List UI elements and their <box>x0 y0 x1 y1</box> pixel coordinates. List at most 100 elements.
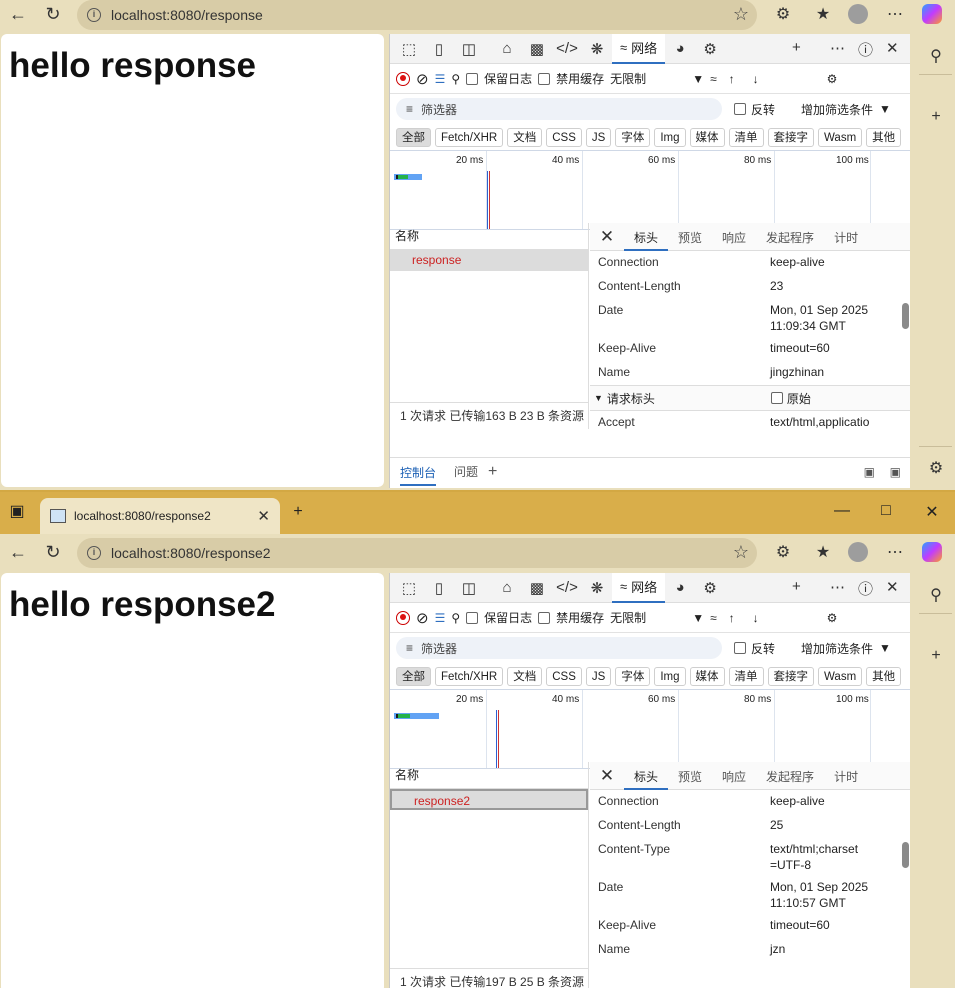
add-tab-icon[interactable]: + <box>792 578 801 595</box>
address-bar[interactable]: i localhost:8080/response ☆ <box>77 0 757 30</box>
console-icon[interactable]: ▩ <box>522 40 552 58</box>
tab-preview[interactable]: 预览 <box>668 762 712 790</box>
filter-icon[interactable]: ☰ <box>435 611 446 625</box>
type-fetch[interactable]: Fetch/XHR <box>435 666 504 686</box>
raw-checkbox[interactable] <box>770 392 783 404</box>
welcome-icon[interactable]: ⌂ <box>492 579 522 596</box>
tab-network[interactable]: ≈ 网络 <box>612 573 666 603</box>
type-socket[interactable]: 套接字 <box>767 666 814 686</box>
network-conditions-icon[interactable]: ≈ <box>710 611 717 625</box>
favorites-icon[interactable]: ★ <box>811 4 835 24</box>
name-column-header[interactable]: 名称 <box>390 762 588 789</box>
favorite-star-icon[interactable]: ☆ <box>733 4 749 25</box>
chevron-down-icon[interactable]: ▼ <box>692 611 704 625</box>
type-font[interactable]: 字体 <box>615 127 651 147</box>
throttle-select[interactable]: 无限制 <box>610 70 646 87</box>
request-headers-section[interactable]: ▼ 请求标头 原始 <box>590 385 910 411</box>
minimize-icon[interactable]: — <box>830 502 854 520</box>
sources-icon[interactable]: </> <box>552 40 582 57</box>
collapse-drawer-icon[interactable]: ▣ <box>890 465 901 479</box>
url-text[interactable]: localhost:8080/response <box>111 7 263 23</box>
dropdown-arrow-icon[interactable]: ▼ <box>879 102 891 116</box>
chevron-down-icon[interactable]: ▼ <box>692 72 704 86</box>
url-text[interactable]: localhost:8080/response2 <box>111 545 271 561</box>
performance-icon[interactable]: ◕ <box>665 40 695 57</box>
extensions-icon[interactable]: ⚙ <box>771 542 795 562</box>
type-img[interactable]: Img <box>654 666 686 686</box>
reload-icon[interactable]: ↻ <box>40 4 66 25</box>
close-devtools-icon[interactable]: ✕ <box>886 39 899 57</box>
drawer-tab-issues[interactable]: 问题 <box>454 463 478 480</box>
invert-checkbox[interactable] <box>734 642 746 654</box>
copilot-icon[interactable] <box>920 4 944 29</box>
type-media[interactable]: 媒体 <box>689 127 725 147</box>
request-row[interactable]: response <box>390 250 588 271</box>
new-tab-icon[interactable]: + <box>287 502 309 522</box>
type-js[interactable]: JS <box>585 127 612 147</box>
device-icon[interactable]: ▯ <box>424 579 454 597</box>
reload-icon[interactable]: ↻ <box>40 542 66 563</box>
help-icon[interactable]: ⓘ <box>858 578 873 599</box>
filter-icon[interactable]: ☰ <box>435 72 446 86</box>
type-wasm[interactable]: Wasm <box>818 127 863 147</box>
timeline-overview[interactable]: 20 ms 40 ms 60 ms 80 ms 100 ms <box>390 150 910 230</box>
preserve-log-checkbox[interactable] <box>466 611 479 624</box>
tab-headers[interactable]: 标头 <box>624 762 669 790</box>
tab-response[interactable]: 响应 <box>712 223 756 251</box>
performance-icon[interactable]: ◕ <box>665 579 695 596</box>
extensions-icon[interactable]: ⚙ <box>771 4 795 24</box>
dock-drawer-icon[interactable]: ▣ <box>864 465 875 479</box>
type-css[interactable]: CSS <box>546 127 582 147</box>
filter-input[interactable]: ≡ 筛选器 <box>396 98 722 120</box>
export-icon[interactable]: ↓ <box>753 611 759 625</box>
type-js[interactable]: JS <box>585 666 612 686</box>
network-conditions-icon[interactable]: ≈ <box>710 72 717 86</box>
profile-avatar[interactable] <box>846 4 870 29</box>
favorites-icon[interactable]: ★ <box>811 542 835 562</box>
tab-initiator[interactable]: 发起程序 <box>756 223 824 251</box>
timeline-overview[interactable]: 20 ms 40 ms 60 ms 80 ms 100 ms <box>390 689 910 769</box>
browser-tab[interactable]: localhost:8080/response2 ✕ <box>40 498 280 534</box>
close-tab-icon[interactable]: ✕ <box>257 507 270 525</box>
inspect-icon[interactable]: ⬚ <box>394 579 424 597</box>
dropdown-arrow-icon[interactable]: ▼ <box>879 641 891 655</box>
site-info-icon[interactable]: i <box>87 546 101 560</box>
tab-timing[interactable]: 计时 <box>824 762 868 790</box>
inspect-icon[interactable]: ⬚ <box>394 40 424 58</box>
close-devtools-icon[interactable]: ✕ <box>886 578 899 596</box>
type-doc[interactable]: 文档 <box>507 127 543 147</box>
more-menu-icon[interactable]: ⋯ <box>883 542 907 562</box>
dock-icon[interactable]: ◫ <box>454 579 484 597</box>
search-icon[interactable]: ⚲ <box>451 72 460 86</box>
debug-icon[interactable]: ❋ <box>582 579 612 597</box>
sources-icon[interactable]: </> <box>552 579 582 596</box>
more-filters-button[interactable]: 增加筛选条件 <box>801 101 873 118</box>
type-css[interactable]: CSS <box>546 666 582 686</box>
close-window-icon[interactable]: ✕ <box>920 502 944 522</box>
clear-icon[interactable]: ⊘ <box>416 70 429 88</box>
record-icon[interactable] <box>396 71 410 86</box>
welcome-icon[interactable]: ⌂ <box>492 40 522 57</box>
settings-icon[interactable]: ⚙ <box>827 611 838 625</box>
add-sidebar-icon[interactable]: + <box>924 647 948 665</box>
type-doc[interactable]: 文档 <box>507 666 543 686</box>
tab-response[interactable]: 响应 <box>712 762 756 790</box>
add-tab-icon[interactable]: + <box>792 39 801 56</box>
drawer-add-icon[interactable]: + <box>488 463 497 481</box>
dock-icon[interactable]: ◫ <box>454 40 484 58</box>
type-font[interactable]: 字体 <box>615 666 651 686</box>
tab-actions-icon[interactable]: ▣ <box>6 502 28 522</box>
memory-icon[interactable]: ⚙ <box>695 579 725 597</box>
more-tools-icon[interactable]: ⋯ <box>830 39 845 57</box>
debug-icon[interactable]: ❋ <box>582 40 612 58</box>
tab-headers[interactable]: 标头 <box>624 223 669 251</box>
filter-input[interactable]: ≡ 筛选器 <box>396 637 722 659</box>
search-sidebar-icon[interactable]: ⚲ <box>924 585 948 605</box>
drawer-tab-console[interactable]: 控制台 <box>400 458 437 486</box>
address-bar[interactable]: i localhost:8080/response2 ☆ <box>77 538 757 568</box>
close-detail-icon[interactable]: ✕ <box>590 766 624 786</box>
scrollbar-thumb[interactable] <box>902 842 909 868</box>
more-tools-icon[interactable]: ⋯ <box>830 578 845 596</box>
tab-preview[interactable]: 预览 <box>668 223 712 251</box>
record-icon[interactable] <box>396 610 410 625</box>
